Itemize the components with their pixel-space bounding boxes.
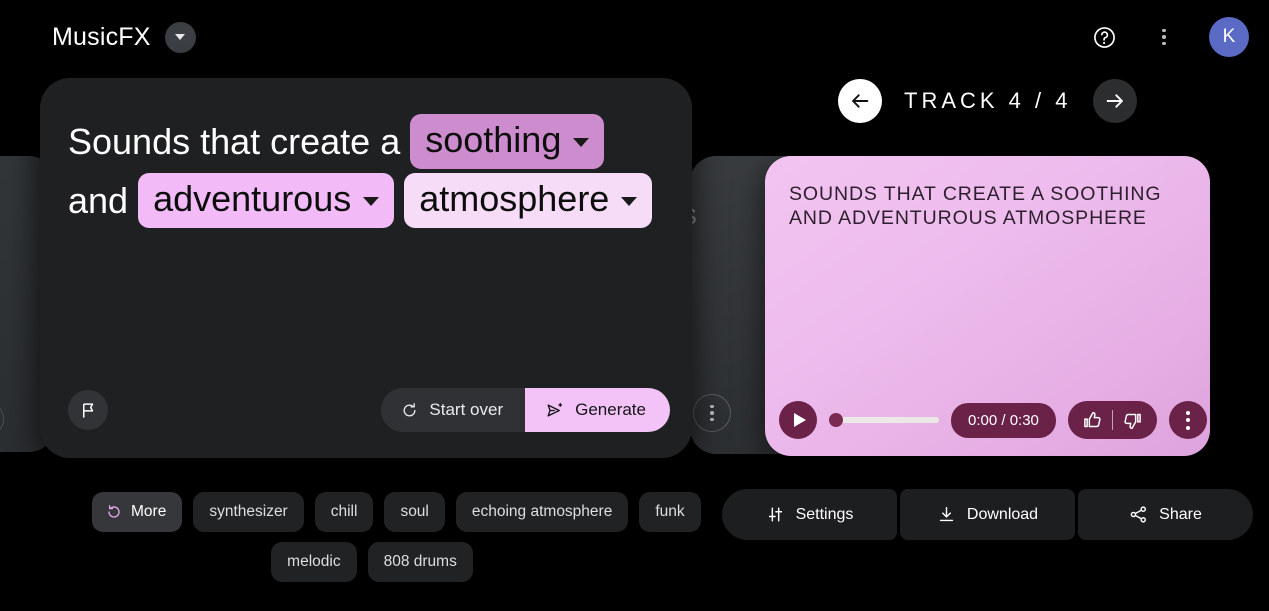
suggestion-chip-echoing-atmosphere[interactable]: echoing atmosphere [456,492,628,532]
thumb-down-icon [1122,410,1143,431]
previous-track-button[interactable] [838,79,882,123]
more-vert-icon [1162,29,1166,46]
help-circle-icon [1092,25,1117,50]
avatar[interactable]: K [1209,17,1249,57]
prompt-segment-1: Sounds that create a [68,112,400,171]
prompt-chip-atmosphere-label: atmosphere [419,176,609,222]
report-button[interactable] [68,390,108,430]
start-over-button[interactable]: Start over [381,388,525,432]
share-label: Share [1159,506,1202,524]
brand-dropdown-button[interactable] [165,22,196,53]
time-display: 0:00 / 0:30 [951,403,1056,438]
download-label: Download [967,506,1038,524]
more-vert-icon [710,405,714,422]
track-counter-label: TRACK 4 / 4 [904,88,1071,114]
track-navigation: TRACK 4 / 4 [838,79,1134,123]
suggestion-row-2: melodic 808 drums [92,542,652,582]
next-track-button[interactable] [1093,79,1137,123]
more-vert-icon [1186,411,1190,430]
top-bar-actions: K [1085,17,1249,57]
prompt-segment-2: and [68,171,128,230]
prompt-chip-soothing[interactable]: soothing [410,114,604,169]
prompt-card: Sounds that create a soothing and advent… [40,78,692,458]
send-sparkle-icon [545,401,564,420]
start-over-label: Start over [429,400,503,420]
refresh-icon [106,504,122,520]
thumb-up-button[interactable] [1082,410,1103,431]
suggestion-chip-funk[interactable]: funk [639,492,700,532]
suggestion-chip-808-drums[interactable]: 808 drums [368,542,473,582]
app-title: MusicFX [52,23,151,52]
suggestion-chip-synthesizer[interactable]: synthesizer [193,492,303,532]
seek-slider[interactable] [829,411,939,429]
suggestion-chip-soul[interactable]: soul [384,492,444,532]
more-suggestions-button[interactable]: More [92,492,182,532]
prompt-chip-atmosphere[interactable]: atmosphere [404,173,652,228]
help-button[interactable] [1085,18,1123,56]
brand-group: MusicFX [52,22,196,53]
prompt-chip-adventurous-label: adventurous [153,176,351,222]
chevron-down-icon [363,197,379,206]
next-track-more-button[interactable] [693,394,731,432]
prompt-card-footer: Start over Generate [68,388,670,432]
track-action-bar: Settings Download Share [722,489,1253,540]
more-suggestions-label: More [131,503,166,521]
prompt-text: Sounds that create a soothing and advent… [68,112,668,230]
track-more-button[interactable] [1169,401,1207,439]
prompt-chip-adventurous[interactable]: adventurous [138,173,394,228]
suggestion-row-1: More synthesizer chill soul echoing atmo… [92,492,652,532]
download-button[interactable]: Download [900,489,1075,540]
refresh-icon [401,402,418,419]
track-card: SOUNDS THAT CREATE A SOOTHING AND ADVENT… [765,156,1210,456]
suggestion-chip-chill[interactable]: chill [315,492,374,532]
prompt-chip-soothing-label: soothing [425,117,561,163]
chevron-down-icon [621,197,637,206]
thumb-down-button[interactable] [1122,410,1143,431]
share-icon [1129,505,1148,524]
rating-divider [1112,410,1113,430]
play-button[interactable] [779,401,817,439]
thumb-up-icon [1082,410,1103,431]
play-icon [794,413,806,427]
settings-button[interactable]: Settings [722,489,897,540]
settings-label: Settings [796,506,854,524]
flag-icon [79,401,98,420]
download-icon [937,505,956,524]
overflow-menu-button[interactable] [1145,18,1183,56]
arrow-right-icon [1104,90,1126,112]
chevron-down-icon [175,34,185,40]
generate-button[interactable]: Generate [525,388,670,432]
suggestion-chips: More synthesizer chill soul echoing atmo… [92,492,652,592]
audio-player: 0:00 / 0:30 [779,401,1196,439]
share-button[interactable]: Share [1078,489,1253,540]
track-title: SOUNDS THAT CREATE A SOOTHING AND ADVENT… [789,182,1181,230]
seek-thumb[interactable] [829,413,843,427]
arrow-left-icon [849,90,871,112]
seek-track [835,417,939,423]
tune-icon [766,505,785,524]
prompt-actions: Start over Generate [381,388,670,432]
musicfx-app: MusicFX K NTH O W S BA ASS S. T T [0,0,1269,611]
top-bar: MusicFX K [0,0,1269,74]
suggestion-chip-melodic[interactable]: melodic [271,542,356,582]
chevron-down-icon [573,138,589,147]
rating-group [1068,401,1157,439]
generate-label: Generate [575,400,646,420]
